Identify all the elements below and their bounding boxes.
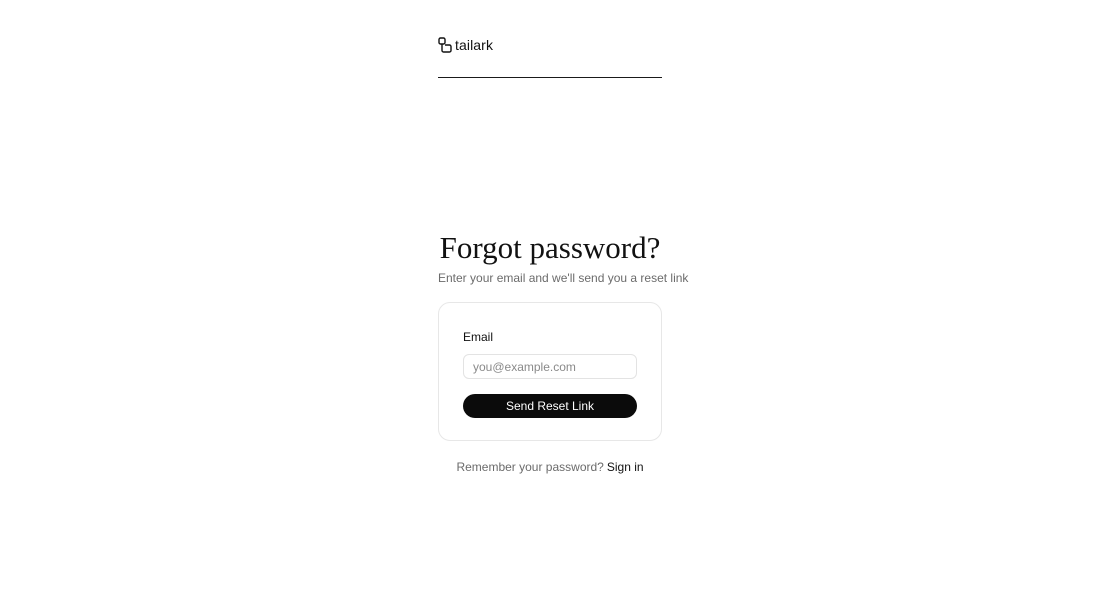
header: tailark (438, 37, 662, 78)
email-label: Email (463, 330, 494, 344)
brand-logo-link[interactable]: tailark (438, 37, 662, 53)
reset-form-card: Email Send Reset Link (438, 302, 662, 441)
signin-prompt-text: Remember your password? (456, 460, 604, 474)
tailark-logo-icon (438, 37, 452, 53)
signin-prompt: Remember your password? Sign in (438, 459, 662, 475)
page-title: Forgot password? (439, 230, 661, 265)
forgot-password-page: tailark Forgot password? Enter your emai… (0, 0, 1100, 611)
brand-name: tailark (455, 37, 494, 53)
send-reset-link-button[interactable]: Send Reset Link (463, 394, 637, 418)
page-subtitle: Enter your email and we'll send you a re… (438, 271, 689, 285)
email-input[interactable] (463, 354, 637, 379)
sign-in-link[interactable]: Sign in (607, 460, 644, 474)
heading-section: Forgot password? Enter your email and we… (438, 228, 689, 286)
